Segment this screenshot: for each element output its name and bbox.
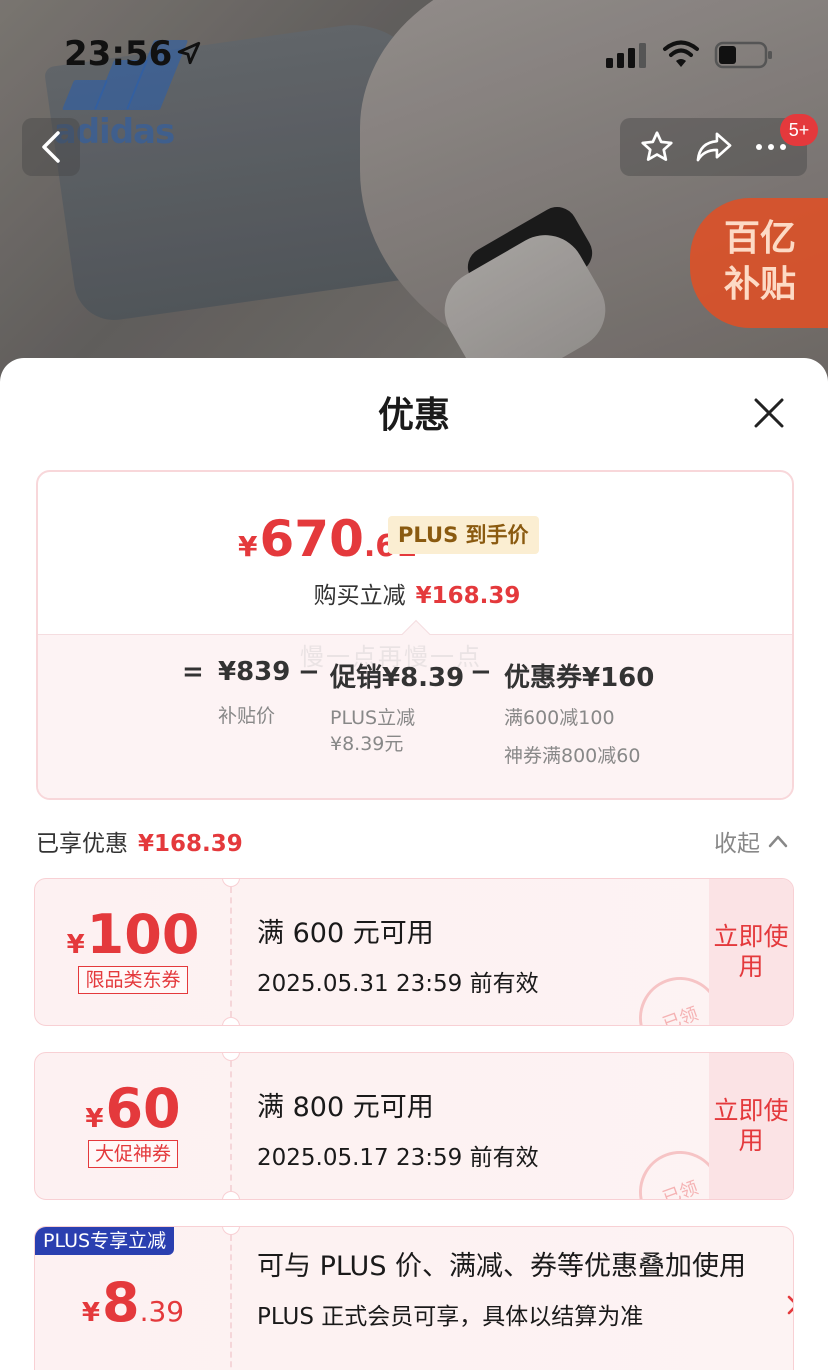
coupon-condition: 满 600 元可用 <box>257 918 434 949</box>
minus-sign: − <box>298 657 320 687</box>
price-int: 670 <box>259 510 364 568</box>
close-icon[interactable] <box>752 396 786 430</box>
coupon-amount: 优惠券¥160 <box>504 663 655 693</box>
coupon-amount: ¥ 100 <box>35 903 231 966</box>
coupon-detail-1: 满600减100 <box>504 707 615 729</box>
price-summary-card: ¥ 670 .61 PLUS 到手价 购买立减¥168.39 慢一点再慢一点 =… <box>36 470 794 800</box>
more-icon <box>755 144 786 150</box>
collapse-button[interactable]: 收起 <box>714 824 788 858</box>
sheet-title: 优惠 <box>377 395 450 436</box>
base-price: ¥839 <box>218 657 291 687</box>
subsidy-line-2: 补贴 <box>724 264 797 305</box>
status-bar: 23:56 <box>0 0 828 100</box>
coupon-divider <box>230 1235 232 1370</box>
coupon-info: 满 800 元可用 2025.05.17 23:59 前有效 <box>257 1053 707 1172</box>
location-arrow-icon <box>177 41 201 65</box>
battery-icon <box>714 41 772 69</box>
coupon-int: 100 <box>86 903 200 966</box>
coupon-divider <box>230 1061 232 1191</box>
subsidy-line-1: 百亿 <box>724 218 797 259</box>
reduce-amount: ¥168.39 <box>415 583 521 609</box>
coupon-note: PLUS 正式会员可享，具体以结算为准 <box>257 1304 644 1330</box>
coupon-value: ¥ 60 大促神券 <box>35 1053 231 1199</box>
minus-sign: − <box>470 657 492 687</box>
coupon-type-tag: 限品类东券 <box>78 966 188 994</box>
signal-icon <box>606 43 646 68</box>
coupon-detail-2: 神券满800减60 <box>504 745 641 767</box>
coupon-condition: 满 800 元可用 <box>257 1092 434 1123</box>
enjoyed-label: 已享优惠 <box>36 831 128 857</box>
coupon-card: ¥ 60 大促神券 满 800 元可用 2025.05.17 23:59 前有效… <box>34 1052 794 1200</box>
promo-detail-2: ¥8.39元 <box>330 733 404 755</box>
message-badge: 5+ <box>780 114 818 146</box>
price-yen: ¥ <box>238 530 258 563</box>
base-price-label: 补贴价 <box>218 705 276 727</box>
coupon-divider <box>230 887 232 1017</box>
coupon-card: ¥ 100 限品类东券 满 600 元可用 2025.05.31 23:59 前… <box>34 878 794 1026</box>
coupon-yen: ¥ <box>81 1298 100 1328</box>
coupon-int: 8 <box>101 1271 140 1334</box>
coupon-value: ¥ 8 .39 <box>35 1227 231 1370</box>
enjoyed-discount: 已享优惠 ¥168.39 <box>36 824 243 858</box>
back-chevron-icon <box>42 131 60 163</box>
coupon-yen: ¥ <box>66 930 85 960</box>
nav-actions <box>620 118 807 176</box>
share-icon <box>696 132 731 162</box>
plus-discount-card[interactable]: PLUS专享立减 ¥ 8 .39 可与 PLUS 价、满减、券等优惠叠加使用 P… <box>34 1226 794 1370</box>
coupon-dec: .39 <box>139 1295 185 1328</box>
coupon-type-tag: 大促神券 <box>87 1140 178 1168</box>
collapse-label: 收起 <box>714 831 760 857</box>
coupon-cut <box>222 1017 240 1025</box>
wifi-icon <box>663 40 699 67</box>
price-breakdown: 慢一点再慢一点 = ¥839 − 促销¥8.39 − 优惠券¥160 补贴价 P… <box>38 634 792 798</box>
coupon-amount: ¥ 60 <box>35 1077 231 1140</box>
share-button[interactable] <box>694 127 734 167</box>
coupon-condition: 可与 PLUS 价、满减、券等优惠叠加使用 <box>257 1251 747 1282</box>
coupon-info: 可与 PLUS 价、满减、券等优惠叠加使用 PLUS 正式会员可享，具体以结算为… <box>257 1227 747 1331</box>
reduce-label: 购买立减 <box>313 583 406 609</box>
back-button[interactable] <box>22 118 80 176</box>
coupon-int: 60 <box>105 1077 181 1140</box>
purchase-reduction: 购买立减 ¥168.39 <box>38 576 792 610</box>
equals-sign: = <box>182 657 204 687</box>
use-now-button[interactable]: 立即使用 <box>709 1053 793 1199</box>
chevron-up-icon <box>768 835 788 848</box>
summary-top: ¥ 670 .61 PLUS 到手价 购买立减¥168.39 <box>38 472 792 634</box>
discount-sheet: 优惠 ¥ 670 .61 PLUS 到手价 购买立减¥168.39 慢一点再慢一… <box>0 358 828 1370</box>
use-now-button[interactable]: 立即使用 <box>709 879 793 1025</box>
coupon-value: ¥ 100 限品类东券 <box>35 879 231 1025</box>
chevron-right-icon <box>787 1295 793 1315</box>
promo-amount: 促销¥8.39 <box>330 663 465 693</box>
coupon-validity: 2025.05.31 23:59 前有效 <box>257 971 539 997</box>
coupon-cut <box>222 1191 240 1199</box>
coupon-validity: 2025.05.17 23:59 前有效 <box>257 1145 539 1171</box>
plus-price-tag: PLUS 到手价 <box>388 516 539 554</box>
coupon-info: 满 600 元可用 2025.05.31 23:59 前有效 <box>257 879 707 998</box>
enjoyed-amount: ¥168.39 <box>138 831 243 857</box>
subsidy-banner[interactable]: 百亿 补贴 <box>690 198 828 328</box>
coupon-yen: ¥ <box>85 1104 104 1134</box>
status-time: 23:56 <box>64 34 173 74</box>
favorite-button[interactable] <box>637 127 677 167</box>
promo-detail-1: PLUS立减 <box>330 707 416 729</box>
star-icon <box>640 131 673 161</box>
coupon-amount: ¥ 8 .39 <box>35 1271 231 1334</box>
